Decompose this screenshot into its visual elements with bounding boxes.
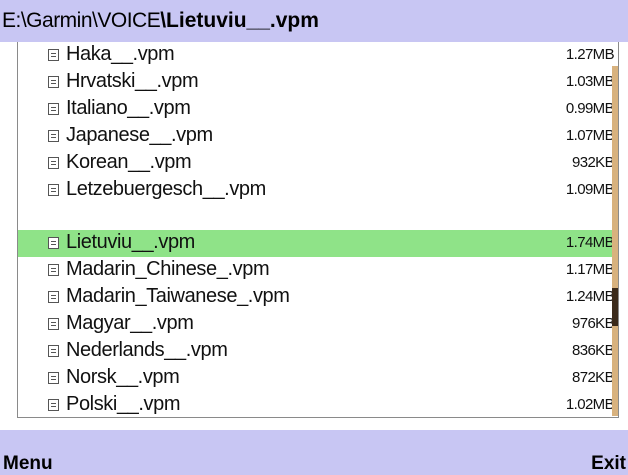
file-name: Madarin_Taiwanese_.vpm [66,285,290,307]
file-row[interactable]: Norsk__.vpm 872KB [18,365,618,392]
document-icon [48,49,59,61]
document-icon [48,157,59,169]
document-icon [48,237,59,249]
file-list[interactable]: Haka__.vpm 1.27MB Hrvatski__.vpm 1.03MB … [17,42,619,418]
file-row[interactable]: Korean__.vpm 932KB [18,150,618,177]
file-name: Madarin_Chinese_.vpm [66,258,270,280]
file-size: 1.09MB [565,181,615,198]
file-size: 1.07MB [565,127,615,144]
menu-softkey[interactable]: Menu [3,453,53,475]
file-row[interactable]: Hrvatski__.vpm 1.03MB [18,69,618,96]
file-row[interactable]: Italiano__.vpm 0.99MB [18,96,618,123]
scrollbar[interactable] [612,66,618,416]
document-icon [48,130,59,142]
file-size: 1.74MB [565,234,615,251]
file-row-selected[interactable]: Lietuviu__.vpm 1.74MB [18,230,618,257]
file-row[interactable]: Japanese__.vpm 1.07MB [18,123,618,150]
file-name: Magyar__.vpm [66,312,194,334]
document-icon [48,264,59,276]
file-row[interactable]: Letzebuergesch__.vpm 1.09MB [18,177,618,204]
document-icon [48,184,59,196]
current-file-name: \Lietuviu__.vpm [160,9,319,32]
file-row[interactable]: Haka__.vpm 1.27MB [18,42,618,69]
document-icon [48,345,59,357]
exit-softkey[interactable]: Exit [591,453,626,475]
softkey-bar: Menu Exit [0,430,628,475]
file-size: 1.02MB [565,396,615,413]
file-name: Korean__.vpm [66,151,192,173]
file-row[interactable]: Nederlands__.vpm 836KB [18,338,618,365]
file-row[interactable]: Magyar__.vpm 976KB [18,311,618,338]
scrollbar-thumb[interactable] [612,288,618,326]
file-name: Norsk__.vpm [66,366,180,388]
path-title-bar: E:\Garmin\VOICE \Lietuviu__.vpm [0,0,628,42]
file-name: Lietuviu__.vpm [66,231,195,253]
document-icon [48,399,59,411]
file-name: Italiano__.vpm [66,97,191,119]
file-size: 1.24MB [565,288,615,305]
file-size: 836KB [571,342,615,359]
file-size: 976KB [571,315,615,332]
file-row[interactable]: Madarin_Chinese_.vpm 1.17MB [18,257,618,284]
document-icon [48,76,59,88]
file-size: 1.17MB [565,261,615,278]
document-icon [48,318,59,330]
file-row[interactable]: Polski__.vpm 1.02MB [18,392,618,417]
file-size: 932KB [571,154,615,171]
file-name: Polski__.vpm [66,393,181,415]
file-size: 0.99MB [565,100,615,117]
file-size: 1.27MB [565,46,615,63]
file-name: Nederlands__.vpm [66,339,228,361]
file-row[interactable]: Madarin_Taiwanese_.vpm 1.24MB [18,284,618,311]
document-icon [48,372,59,384]
folder-path: E:\Garmin\VOICE [2,9,161,32]
file-size: 872KB [571,369,615,386]
file-name: Letzebuergesch__.vpm [66,178,266,200]
file-name: Haka__.vpm [66,43,175,65]
file-name: Hrvatski__.vpm [66,70,199,92]
file-size: 1.03MB [565,73,615,90]
document-icon [48,291,59,303]
document-icon [48,103,59,115]
file-name: Japanese__.vpm [66,124,213,146]
